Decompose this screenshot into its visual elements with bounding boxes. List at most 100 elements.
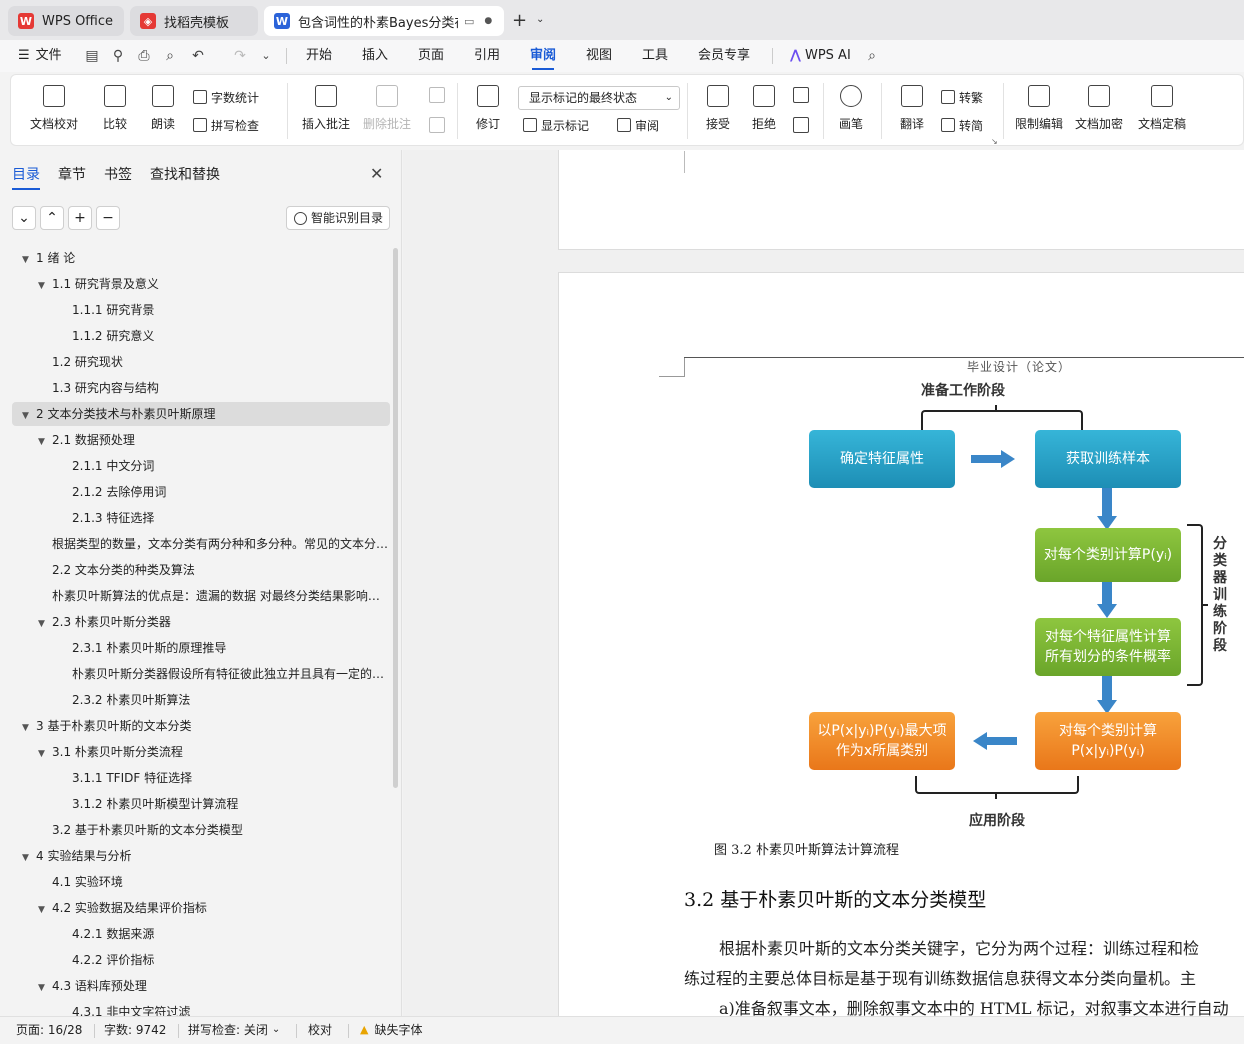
word-count-button[interactable]: 字数统计 <box>193 87 259 107</box>
toc-item[interactable]: 2.1.1 中文分词 <box>12 454 390 478</box>
toc-item[interactable]: ▼ 4.3 语料库预处理 <box>12 974 390 998</box>
more-chevron-icon[interactable]: ⌄ <box>258 48 274 64</box>
search-icon[interactable]: ⌕ <box>864 48 880 64</box>
toc-item[interactable]: 3.1.1 TFIDF 特征选择 <box>12 766 390 790</box>
expand-triangle-icon[interactable]: ▼ <box>38 612 52 634</box>
toc-item[interactable]: 4.2.1 数据来源 <box>12 922 390 946</box>
prev-change-icon[interactable] <box>793 87 809 103</box>
toc-item[interactable]: 3.1.2 朴素贝叶斯模型计算流程 <box>12 792 390 816</box>
menu-insert[interactable]: 插入 <box>362 40 388 72</box>
menu-tools[interactable]: 工具 <box>642 40 668 72</box>
expand-triangle-icon[interactable]: ▼ <box>22 404 36 426</box>
tab-templates[interactable]: ◈ 找稻壳模板 <box>130 6 258 36</box>
tab-find-replace[interactable]: 查找和替换 <box>150 164 220 184</box>
toc-item[interactable]: 2.1.3 特征选择 <box>12 506 390 530</box>
expand-triangle-icon[interactable]: ▼ <box>38 898 52 920</box>
proofread-status[interactable]: 校对 <box>308 1017 332 1043</box>
toc-item[interactable]: ▼ 4.2 实验数据及结果评价指标 <box>12 896 390 920</box>
toc-item[interactable]: 1.3 研究内容与结构 <box>12 376 390 400</box>
save-icon[interactable]: ▤ <box>84 48 100 64</box>
chevron-up-icon[interactable]: ⌃ <box>40 206 64 230</box>
toc-item[interactable]: ▼ 3.1 朴素贝叶斯分类流程 <box>12 740 390 764</box>
toc-item[interactable]: 2.3.2 朴素贝叶斯算法 <box>12 688 390 712</box>
undo-icon[interactable]: ↶ <box>190 48 206 64</box>
tab-wps-office[interactable]: W WPS Office <box>8 6 124 36</box>
toc-item[interactable]: 1.1.1 研究背景 <box>12 298 390 322</box>
expand-triangle-icon[interactable]: ▼ <box>38 430 52 452</box>
finalize-button[interactable]: 文档定稿 <box>1131 75 1193 147</box>
menu-start[interactable]: 开始 <box>306 40 332 72</box>
toc-item[interactable]: 2.2 文本分类的种类及算法 <box>12 558 390 582</box>
toc-item[interactable]: ▼ 1 绪 论 <box>12 246 390 270</box>
delete-comment-button[interactable]: 删除批注 <box>359 75 415 147</box>
menu-view[interactable]: 视图 <box>586 40 612 72</box>
toc-item[interactable]: 2.3.1 朴素贝叶斯的原理推导 <box>12 636 390 660</box>
new-tab-plus-icon[interactable]: + <box>512 10 527 31</box>
print-preview-icon[interactable]: ⌕ <box>162 48 178 64</box>
toc-item[interactable]: 3.2 基于朴素贝叶斯的文本分类模型 <box>12 818 390 842</box>
toc-item[interactable]: 1.2 研究现状 <box>12 350 390 374</box>
expand-triangle-icon[interactable]: ▼ <box>38 742 52 764</box>
remove-heading-minus-icon[interactable]: − <box>96 206 120 230</box>
expand-corner-icon[interactable]: ↘ <box>991 137 998 146</box>
accept-button[interactable]: 接受 <box>697 75 739 147</box>
review-pane-button[interactable]: 审阅 <box>617 115 659 135</box>
smart-toc-button[interactable]: 智能识别目录 <box>286 206 390 230</box>
toc-item[interactable]: ▼ 2 文本分类技术与朴素贝叶斯原理 <box>12 402 390 426</box>
toc-item[interactable]: 4.2.2 评价指标 <box>12 948 390 972</box>
reject-button[interactable]: 拒绝 <box>743 75 785 147</box>
expand-triangle-icon[interactable]: ▼ <box>22 248 36 270</box>
tab-chapters[interactable]: 章节 <box>58 164 86 184</box>
expand-triangle-icon[interactable]: ▼ <box>38 976 52 998</box>
to-traditional-button[interactable]: 转繁 <box>941 87 983 107</box>
tab-toc[interactable]: 目录 <box>12 164 40 190</box>
expand-triangle-icon[interactable]: ▼ <box>22 716 36 738</box>
spell-check-button[interactable]: 拼写检查 <box>193 115 259 135</box>
to-simplified-button[interactable]: 转简 <box>941 115 983 135</box>
next-change-icon[interactable] <box>793 117 809 133</box>
tab-close-dot-icon[interactable]: ● <box>484 16 492 26</box>
spell-check-status[interactable]: 拼写检查: 关闭 ⌄ <box>188 1017 280 1043</box>
tab-current-document[interactable]: W 包含词性的朴素Bayes分类在 ▭ ● <box>264 6 504 36</box>
toc-item[interactable]: ▼ 3 基于朴素贝叶斯的文本分类 <box>12 714 390 738</box>
revise-button[interactable]: 修订 <box>467 75 509 147</box>
toc-item[interactable]: 4.3.1 非中文字符过滤 <box>12 1000 390 1016</box>
menu-review[interactable]: 审阅 <box>530 40 556 72</box>
proofread-button[interactable]: 文档校对 <box>23 75 85 147</box>
toc-item[interactable]: 根据类型的数量，文本分类有两分种和多分种。常见的文本分类算法有 <box>12 532 390 556</box>
expand-triangle-icon[interactable]: ▼ <box>38 274 52 296</box>
toc-item[interactable]: 1.1.2 研究意义 <box>12 324 390 348</box>
collapse-chevron-down-icon[interactable]: ⌄ <box>12 206 36 230</box>
insert-comment-button[interactable]: 插入批注 <box>297 75 355 147</box>
prev-comment-icon[interactable] <box>429 87 445 103</box>
next-comment-icon[interactable] <box>429 117 445 133</box>
toc-item[interactable]: ▼ 4 实验结果与分析 <box>12 844 390 868</box>
toc-item[interactable]: ▼ 1.1 研究背景及意义 <box>12 272 390 296</box>
toc-item[interactable]: ▼ 2.3 朴素贝叶斯分类器 <box>12 610 390 634</box>
pen-button[interactable]: 画笔 <box>831 75 871 147</box>
encrypt-button[interactable]: 文档加密 <box>1071 75 1127 147</box>
restrict-edit-button[interactable]: 限制编辑 <box>1011 75 1067 147</box>
toc-item[interactable]: 朴素贝叶斯算法的优点是：遗漏的数据 对最终分类结果影响不大 <box>12 584 390 608</box>
file-menu[interactable]: ☰ 文件 <box>18 40 62 72</box>
redo-icon[interactable]: ↷ <box>232 48 248 64</box>
tab-dropdown-chevron-icon[interactable]: ⌄ <box>536 14 544 25</box>
share-icon[interactable]: ⚲ <box>110 48 126 64</box>
mark-state-select[interactable]: 显示标记的最终状态 ⌄ <box>518 86 680 110</box>
toc-item[interactable]: 2.1.2 去除停用词 <box>12 480 390 504</box>
translate-button[interactable]: 翻译 <box>889 75 935 147</box>
word-count-status[interactable]: 字数: 9742 <box>104 1017 166 1043</box>
menu-reference[interactable]: 引用 <box>474 40 500 72</box>
page-indicator[interactable]: 页面: 16/28 <box>16 1017 82 1043</box>
wps-ai-button[interactable]: ⋀ WPS AI <box>790 40 851 72</box>
compare-button[interactable]: 比较 <box>93 75 137 147</box>
menu-member[interactable]: 会员专享 <box>698 40 750 72</box>
close-icon[interactable]: ✕ <box>370 164 383 183</box>
toc-item[interactable]: 4.1 实验环境 <box>12 870 390 894</box>
read-aloud-button[interactable]: 朗读 <box>143 75 183 147</box>
toc-item[interactable]: ▼ 2.1 数据预处理 <box>12 428 390 452</box>
toc-item[interactable]: 朴素贝叶斯分类器假设所有特征彼此独立并且具有一定的相关性 <box>12 662 390 686</box>
missing-font-status[interactable]: ▲ 缺失字体 <box>360 1017 422 1043</box>
menu-page[interactable]: 页面 <box>418 40 444 72</box>
toc-scrollbar[interactable] <box>393 248 398 788</box>
